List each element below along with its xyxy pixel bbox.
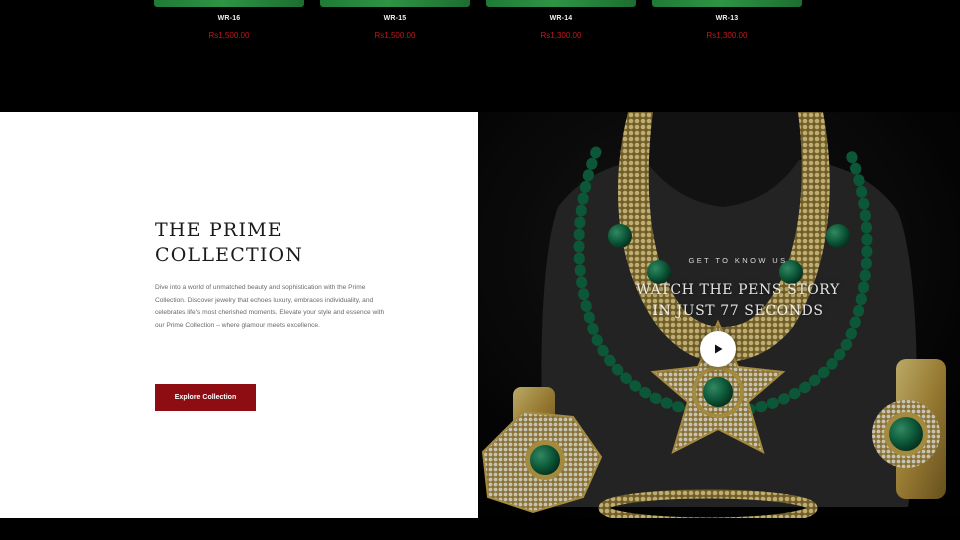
explore-collection-button[interactable]: Explore Collection: [155, 384, 256, 411]
play-icon: [715, 344, 723, 354]
brand-story-video[interactable]: GET TO KNOW US WATCH THE PENS STORY IN J…: [478, 112, 960, 518]
section-description: Dive into a world of unmatched beauty an…: [155, 284, 385, 329]
product-image[interactable]: [652, 0, 802, 7]
product-image[interactable]: [320, 0, 470, 7]
product-price: Rs1,500.00: [208, 31, 250, 40]
product-image[interactable]: [154, 0, 304, 7]
section-title-line: THE PRIME: [155, 219, 283, 241]
product-card[interactable]: WR-14 Rs1,300.00: [486, 0, 636, 60]
video-headline-line: WATCH THE PENS STORY: [636, 282, 840, 298]
video-headline-line: IN JUST 77 SECONDS: [652, 303, 824, 319]
product-price: Rs1,500.00: [374, 31, 416, 40]
product-code[interactable]: WR-13: [652, 15, 802, 22]
play-button[interactable]: [700, 331, 736, 367]
product-code[interactable]: WR-14: [486, 15, 636, 22]
product-code[interactable]: WR-16: [154, 15, 304, 22]
product-strip: WR-16 Rs1,500.00 WR-15 Rs1,500.00 WR-14 …: [0, 0, 960, 112]
prime-collection-section: THE PRIME COLLECTION Dive into a world o…: [0, 112, 478, 518]
section-title: THE PRIME COLLECTION: [155, 218, 415, 268]
product-card[interactable]: WR-13 Rs1,300.00: [652, 0, 802, 60]
product-card[interactable]: WR-15 Rs1,500.00: [320, 0, 470, 60]
video-headline: WATCH THE PENS STORY IN JUST 77 SECONDS: [588, 280, 888, 322]
product-price: Rs1,300.00: [706, 31, 748, 40]
video-eyebrow: GET TO KNOW US: [688, 256, 788, 265]
product-card[interactable]: WR-16 Rs1,500.00: [154, 0, 304, 60]
product-code[interactable]: WR-15: [320, 15, 470, 22]
product-price: Rs1,300.00: [540, 31, 582, 40]
product-image[interactable]: [486, 0, 636, 7]
page-bottom-edge: [0, 518, 960, 540]
section-title-line: COLLECTION: [155, 244, 304, 266]
